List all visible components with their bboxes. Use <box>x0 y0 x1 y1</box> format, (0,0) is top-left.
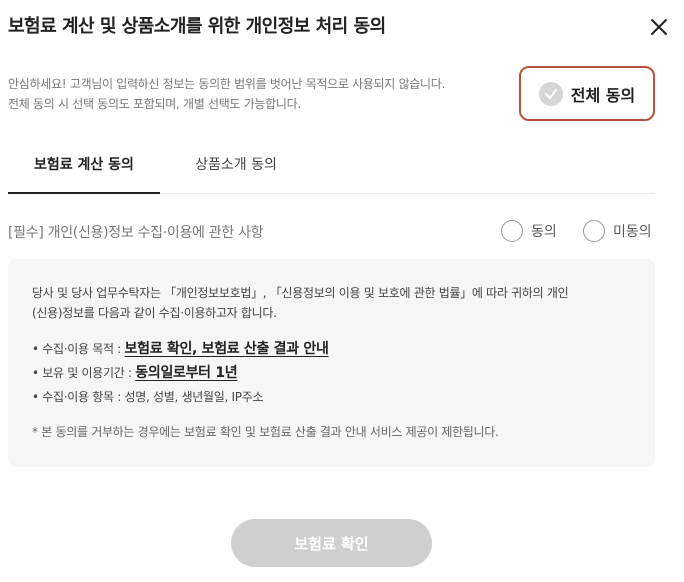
intro-text: 안심하세요! 고객님이 입력하신 정보는 동의한 범위를 벗어난 목적으로 사용… <box>8 74 445 114</box>
required-consent-row: [필수] 개인(신용)정보 수집·이용에 관한 사항 동의 미동의 <box>8 220 655 244</box>
list-item: • 수집·이용 목적 : 보험료 확인, 보험료 산출 결과 안내 <box>32 337 631 361</box>
confirm-premium-button[interactable]: 보험료 확인 <box>231 519 432 567</box>
page-title: 보험료 계산 및 상품소개를 위한 개인정보 처리 동의 <box>8 16 386 37</box>
item-value: 성명, 성별, 생년월일, IP주소 <box>124 390 264 404</box>
disagree-radio[interactable]: 미동의 <box>583 220 652 242</box>
consent-lead: 당사 및 당사 업무수탁자는 「개인정보보호법」, 「신용정보의 이용 및 보호… <box>32 283 631 323</box>
list-item: • 수집·이용 항목 : 성명, 성별, 생년월일, IP주소 <box>32 385 631 409</box>
all-agree-label: 전체 동의 <box>570 85 636 105</box>
all-agree-button[interactable]: 전체 동의 <box>519 66 655 121</box>
close-icon <box>651 19 667 35</box>
list-item: • 보유 및 이용기간 : 동의일로부터 1년 <box>32 361 631 385</box>
radio-circle <box>501 220 523 242</box>
consent-item-list: • 수집·이용 목적 : 보험료 확인, 보험료 산출 결과 안내 • 보유 및… <box>32 337 631 409</box>
tab-product-intro[interactable]: 상품소개 동의 <box>160 148 312 194</box>
tab-premium-calc[interactable]: 보험료 계산 동의 <box>8 148 160 194</box>
item-value: 동의일로부터 1년 <box>135 365 238 381</box>
consent-lead-line-1: 당사 및 당사 업무수탁자는 「개인정보보호법」, 「신용정보의 이용 및 보호… <box>32 286 569 300</box>
intro-line-2: 전체 동의 시 선택 동의도 포함되며, 개별 선택도 가능합니다. <box>8 97 301 111</box>
item-value: 보험료 확인, 보험료 산출 결과 안내 <box>124 341 329 357</box>
disagree-radio-label: 미동의 <box>613 224 652 240</box>
check-icon <box>538 81 563 106</box>
agree-radio[interactable]: 동의 <box>501 220 557 242</box>
item-key: • 수집·이용 항목 : <box>32 390 125 404</box>
tab-bar: 보험료 계산 동의 상품소개 동의 <box>8 148 655 194</box>
agree-radio-label: 동의 <box>531 224 557 240</box>
close-button[interactable] <box>644 12 672 40</box>
consent-lead-line-2: (신용)정보를 다음과 같이 수집·이용하고자 합니다. <box>32 306 277 320</box>
intro-line-1: 안심하세요! 고객님이 입력하신 정보는 동의한 범위를 벗어난 목적으로 사용… <box>8 77 446 91</box>
consent-note: * 본 동의를 거부하는 경우에는 보험료 확인 및 보험료 산출 결과 안내 … <box>32 425 499 439</box>
item-key: • 보유 및 이용기간 : <box>32 366 136 380</box>
required-consent-label: [필수] 개인(신용)정보 수집·이용에 관한 사항 <box>8 225 264 241</box>
item-key: • 수집·이용 목적 : <box>32 342 125 356</box>
consent-details-box: 당사 및 당사 업무수탁자는 「개인정보보호법」, 「신용정보의 이용 및 보호… <box>8 259 655 467</box>
radio-circle <box>583 220 605 242</box>
